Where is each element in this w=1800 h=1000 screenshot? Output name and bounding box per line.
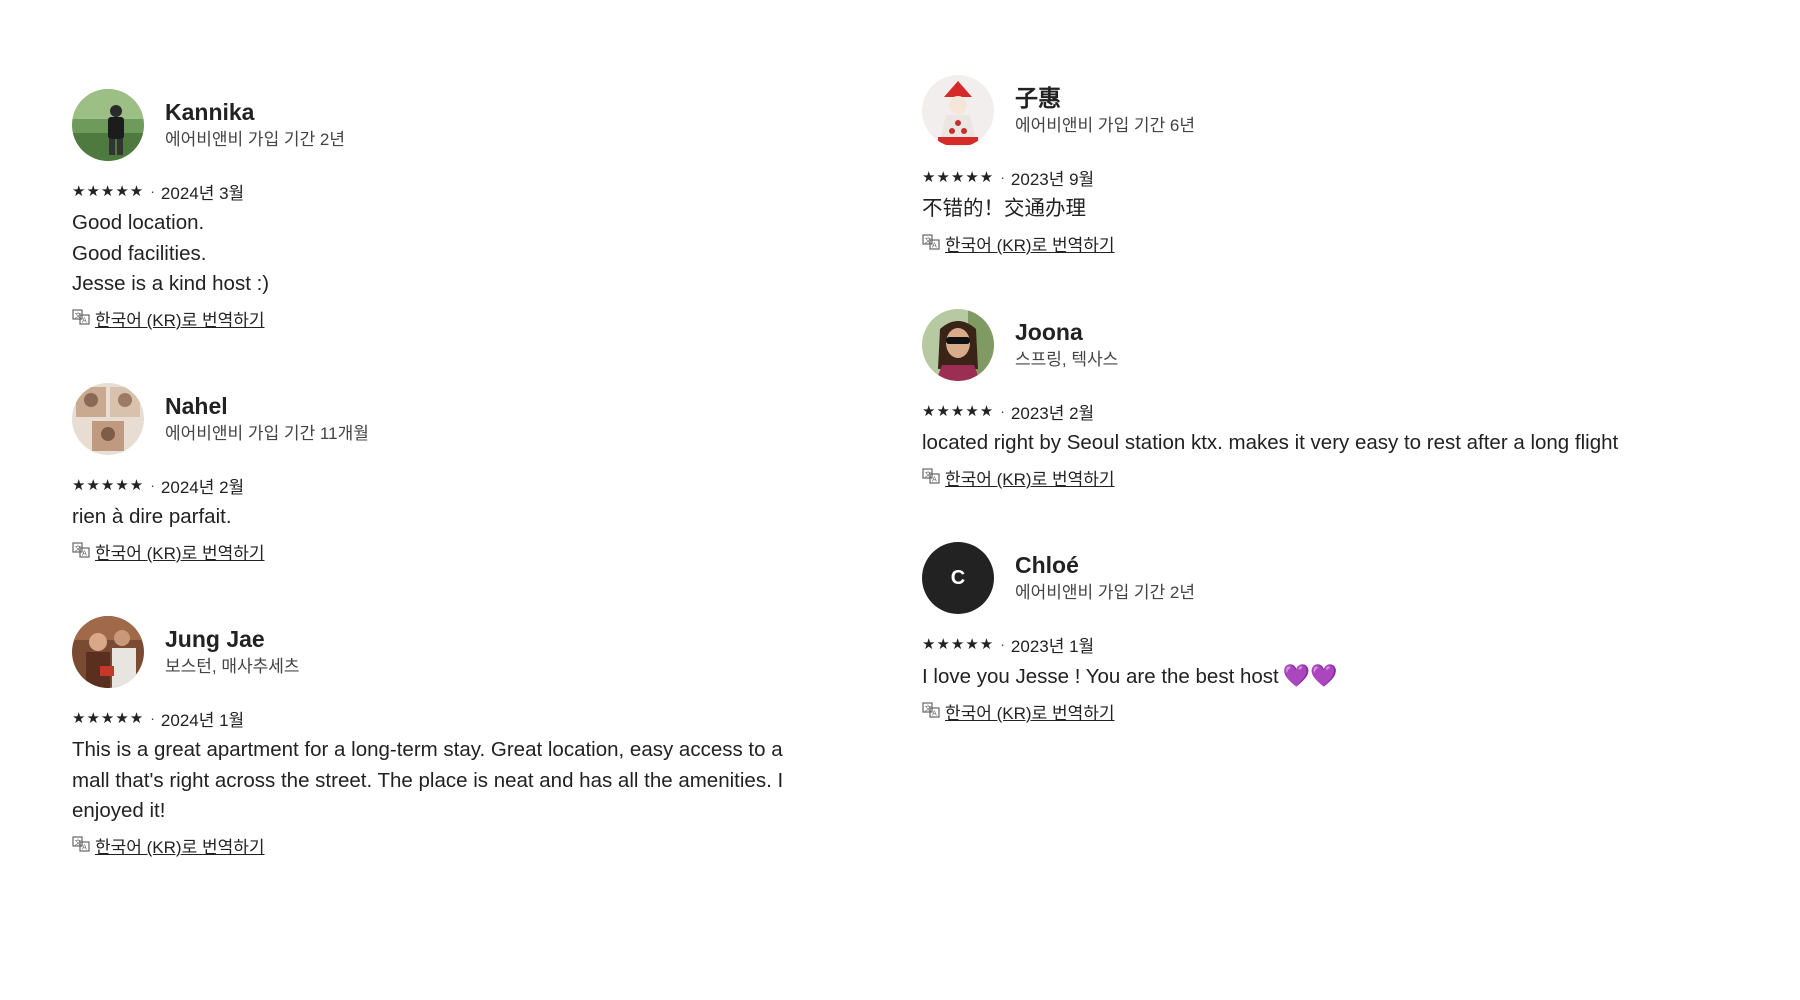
translate-link[interactable]: 한국어 (KR)로 번역하기 [95,833,265,858]
reviewer-name: Nahel [165,393,228,419]
svg-text:A: A [932,709,937,717]
translate-icon: 文 A [922,467,940,484]
reviewer-name: Jung Jae [165,626,265,652]
separator: · [1000,403,1005,419]
review-card: Kannika 에어비앤비 가입 기간 2년 ★★★★★ · 2024년 3월 … [72,88,872,332]
translate-icon: 文 A [72,308,90,325]
separator: · [150,710,155,726]
review-card: Jung Jae 보스턴, 매사추세츠 ★★★★★ · 2024년 1월 Thi… [72,615,872,859]
review-date: 2024년 3월 [160,183,245,203]
reviewer-subtitle: 스프링, 텍사스 [1015,350,1119,369]
reviewer-subtitle: 에어비앤비 가입 기간 2년 [1015,583,1196,602]
reviewer-subtitle: 보스턴, 매사추세츠 [165,657,300,676]
star-rating-icon: ★★★★★ [922,169,995,186]
star-rating-icon: ★★★★★ [72,183,145,200]
translate-row[interactable]: 文 A 한국어 (KR)로 번역하기 [72,306,872,332]
separator: · [150,477,155,493]
translate-icon: 文 A [922,233,940,250]
avatar[interactable] [72,616,144,688]
reviewer-subtitle: 에어비앤비 가입 기간 2년 [165,130,346,149]
review-card: Nahel 에어비앤비 가입 기간 11개월 ★★★★★ · 2024년 2월 … [72,382,872,565]
avatar[interactable]: C [922,542,994,614]
svg-text:A: A [82,549,87,557]
translate-link[interactable]: 한국어 (KR)로 번역하기 [945,465,1115,490]
review-text: I love you Jesse ! You are the best host… [922,661,1742,693]
review-date: 2023년 1월 [1010,636,1095,656]
reviewer-name: 子惠 [1015,85,1061,111]
translate-row[interactable]: 文 A 한국어 (KR)로 번역하기 [922,699,1742,725]
star-rating-icon: ★★★★★ [922,636,995,653]
reviewer-subtitle: 에어비앤비 가입 기간 6년 [1015,116,1196,135]
avatar[interactable] [72,89,144,161]
heart-icon: 💜💜 [1282,663,1338,688]
avatar[interactable] [922,75,994,147]
reviewer-name: Joona [1015,319,1083,345]
svg-text:A: A [932,475,937,483]
star-rating-icon: ★★★★★ [72,710,145,727]
reviewer-header: Joona 스프링, 텍사스 [922,308,1742,382]
translate-icon: 文 A [922,701,940,718]
avatar[interactable] [922,309,994,381]
review-text: 不错的！交通办理 [922,197,1086,220]
rating-row: ★★★★★ · 2024년 2월 [72,472,872,498]
reviewer-subtitle: 에어비앤비 가입 기간 11개월 [165,424,369,443]
review-card: Joona 스프링, 텍사스 ★★★★★ · 2023년 2월 located … [922,308,1742,491]
translate-link[interactable]: 한국어 (KR)로 번역하기 [945,231,1115,256]
translate-row[interactable]: 文 A 한국어 (KR)로 번역하기 [922,465,1742,491]
rating-row: ★★★★★ · 2024년 1월 [72,705,872,731]
review-date: 2023년 9월 [1010,169,1095,189]
review-text: rien à dire parfait. [72,505,232,528]
review-text: This is a great apartment for a long-ter… [72,738,784,822]
reviewer-header: 子惠 에어비앤비 가입 기간 6년 [922,74,1742,148]
rating-row: ★★★★★ · 2023년 9월 [922,164,1742,190]
separator: · [1000,636,1005,652]
rating-row: ★★★★★ · 2023년 1월 [922,631,1742,657]
translate-row[interactable]: 文 A 한국어 (KR)로 번역하기 [72,833,872,859]
avatar[interactable] [72,383,144,455]
translate-link[interactable]: 한국어 (KR)로 번역하기 [95,539,265,564]
svg-text:A: A [82,843,87,851]
review-date: 2024년 1월 [160,710,245,730]
translate-link[interactable]: 한국어 (KR)로 번역하기 [945,699,1115,724]
translate-row[interactable]: 文 A 한국어 (KR)로 번역하기 [72,539,872,565]
translate-link[interactable]: 한국어 (KR)로 번역하기 [95,306,265,331]
review-date: 2023년 2월 [1010,403,1095,423]
review-text-body: I love you Jesse ! You are the best host [922,665,1279,688]
star-rating-icon: ★★★★★ [72,477,145,494]
review-text: Good location. Good facilities. Jesse is… [72,211,270,295]
rating-row: ★★★★★ · 2024년 3월 [72,178,872,204]
reviewer-header: Jung Jae 보스턴, 매사추세츠 [72,615,872,689]
svg-text:A: A [932,241,937,249]
rating-row: ★★★★★ · 2023년 2월 [922,398,1742,424]
review-card: C Chloé 에어비앤비 가입 기간 2년 ★★★★★ · 2023년 1월 … [922,541,1742,725]
separator: · [1000,169,1005,185]
review-text: located right by Seoul station ktx. make… [922,431,1619,454]
reviewer-name: Chloé [1015,552,1079,578]
review-date: 2024년 2월 [160,477,245,497]
translate-icon: 文 A [72,835,90,852]
reviewer-header: Nahel 에어비앤비 가입 기간 11개월 [72,382,872,456]
svg-text:A: A [82,316,87,324]
translate-icon: 文 A [72,541,90,558]
reviewer-name: Kannika [165,99,255,125]
star-rating-icon: ★★★★★ [922,403,995,420]
separator: · [150,183,155,199]
review-card: 子惠 에어비앤비 가입 기간 6년 ★★★★★ · 2023년 9월 不错的！交… [922,74,1742,257]
avatar-initial: C [950,566,966,589]
reviewer-header: Kannika 에어비앤비 가입 기간 2년 [72,88,872,162]
translate-row[interactable]: 文 A 한국어 (KR)로 번역하기 [922,231,1742,257]
reviewer-header: C Chloé 에어비앤비 가입 기간 2년 [922,541,1742,615]
